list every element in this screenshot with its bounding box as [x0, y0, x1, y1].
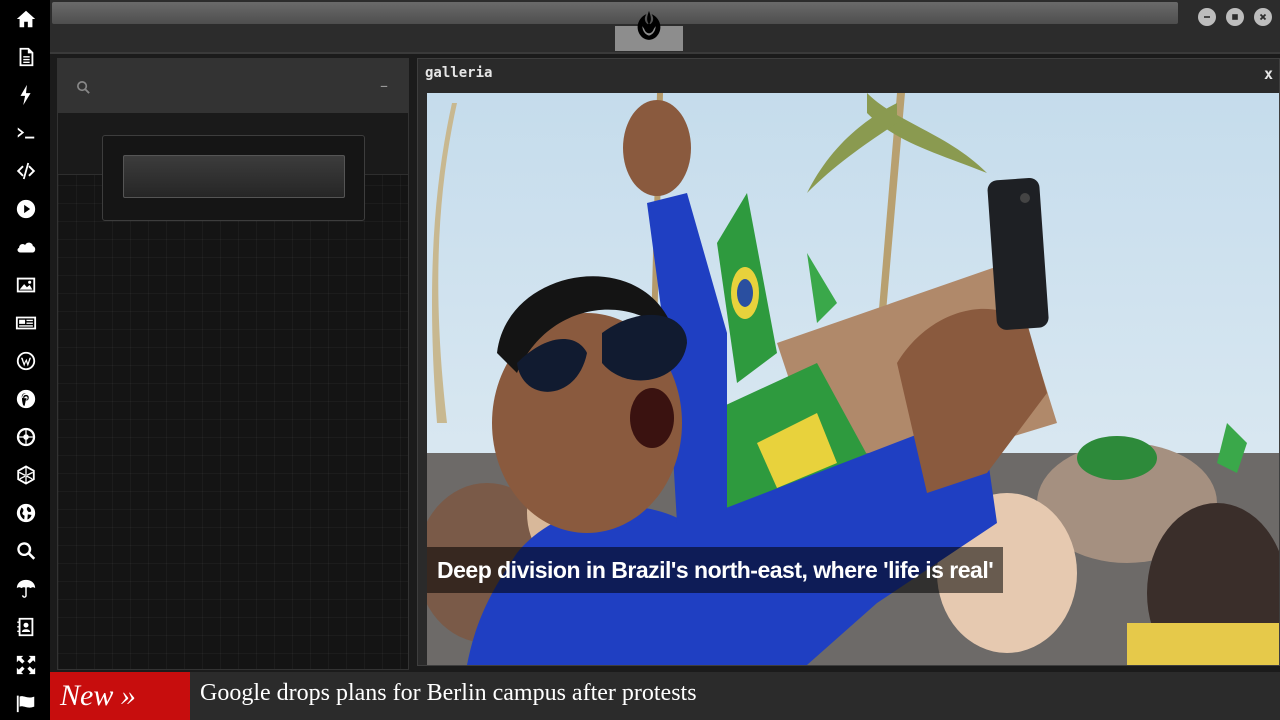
search-icon: [77, 81, 90, 94]
search-box: [102, 135, 365, 221]
terminal-icon[interactable]: [13, 120, 39, 146]
maximize-button[interactable]: [1226, 8, 1244, 26]
icon-sidebar: [0, 0, 50, 720]
top-bar: [50, 0, 1280, 54]
search-panel: –: [57, 58, 409, 670]
desktop: – galleria x Deep division in Brazil's n…: [0, 0, 1280, 720]
pinterest-icon[interactable]: [13, 386, 39, 412]
ticker-headline[interactable]: Google drops plans for Berlin campus aft…: [200, 680, 697, 707]
rebel-alliance-logo: [637, 10, 661, 40]
image-icon[interactable]: [13, 272, 39, 298]
wordpress-icon[interactable]: [13, 348, 39, 374]
contacts-icon[interactable]: [13, 614, 39, 640]
document-icon[interactable]: [13, 44, 39, 70]
gallery-caption[interactable]: Deep division in Brazil's north-east, wh…: [427, 547, 1004, 593]
close-button[interactable]: [1254, 8, 1272, 26]
gallery-close-button[interactable]: x: [1264, 65, 1273, 83]
newspaper-icon[interactable]: [13, 310, 39, 336]
search-icon[interactable]: [13, 538, 39, 564]
network-icon[interactable]: [13, 462, 39, 488]
search-input[interactable]: [123, 155, 345, 198]
expand-icon[interactable]: [13, 652, 39, 678]
code-icon[interactable]: [13, 158, 39, 184]
minimize-button[interactable]: [1198, 8, 1216, 26]
panel-minimize-button[interactable]: –: [380, 76, 388, 95]
home-icon[interactable]: [13, 6, 39, 32]
play-icon[interactable]: [13, 196, 39, 222]
globe-icon[interactable]: [13, 500, 39, 526]
umbrella-icon[interactable]: [13, 576, 39, 602]
search-panel-header: –: [58, 59, 408, 113]
ticker-label: New »: [50, 672, 190, 720]
address-bar[interactable]: [52, 2, 1178, 24]
bolt-icon[interactable]: [13, 82, 39, 108]
maximize-icon: [1232, 14, 1238, 20]
close-icon: [1259, 13, 1267, 21]
gallery-panel: galleria x Deep division in Brazil's nor…: [417, 58, 1280, 666]
rebel-alliance-icon[interactable]: [13, 424, 39, 450]
cloud-icon[interactable]: [13, 234, 39, 260]
flag-icon[interactable]: [13, 690, 39, 716]
minimize-icon: [1204, 16, 1210, 18]
gallery-title: galleria: [425, 65, 493, 81]
news-ticker: New » Google drops plans for Berlin camp…: [50, 672, 1280, 720]
